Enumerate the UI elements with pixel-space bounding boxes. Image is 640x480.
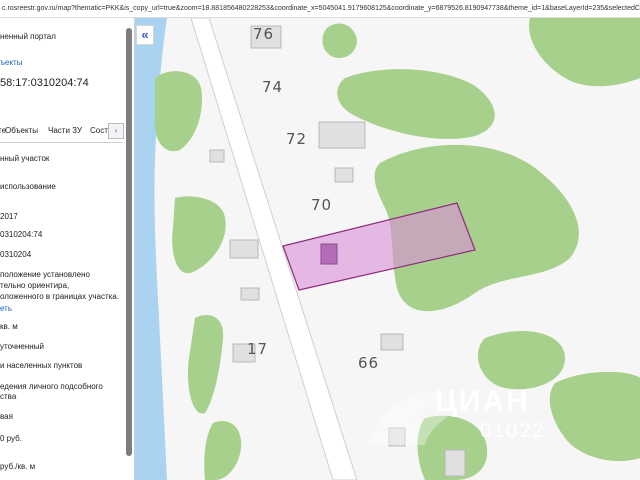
info-line: оложенного в границах участка. <box>0 292 119 301</box>
info-line: положение установлено <box>0 270 90 279</box>
info-line: 2017 <box>0 212 18 221</box>
info-line: вая <box>0 412 13 421</box>
collapse-panel-button[interactable]: « <box>136 25 154 45</box>
tab-scroll-right-button[interactable]: › <box>108 123 124 139</box>
vegetation-patch <box>154 71 203 152</box>
watermark-number: 01022 <box>480 420 546 442</box>
house-number: 76 <box>253 25 275 43</box>
house-number: 70 <box>311 196 333 214</box>
panel-scrollbar[interactable] <box>126 28 132 456</box>
building <box>380 333 404 351</box>
info-panel: ненный портал ъекты 58:17:0310204:74 те … <box>0 18 135 480</box>
building <box>334 167 354 183</box>
tab-objects[interactable]: Объекты <box>5 126 38 135</box>
info-line: 0 руб. <box>0 434 22 443</box>
info-line: 0310204 <box>0 250 32 259</box>
info-line: ства <box>0 392 17 401</box>
vegetation-patch <box>172 196 226 274</box>
cadastral-number: 58:17:0310204:74 <box>0 77 89 89</box>
building <box>209 149 225 163</box>
info-line: использование <box>0 182 56 191</box>
tab-divider <box>0 142 122 143</box>
building <box>229 239 259 259</box>
house-number: 66 <box>358 354 380 372</box>
building <box>240 287 260 301</box>
info-line: едения личного подсобного <box>0 382 103 391</box>
vegetation-patch <box>204 420 242 480</box>
house-number: 17 <box>247 340 269 358</box>
show-more-link[interactable]: еть <box>0 304 12 314</box>
building <box>318 121 366 149</box>
house-number: 74 <box>262 78 284 96</box>
info-line: тельно ориентира, <box>0 281 70 290</box>
vegetation-patch <box>322 23 357 59</box>
info-line: кв. м <box>0 322 18 331</box>
objects-link[interactable]: ъекты <box>0 58 22 68</box>
watermark-text: ЦИАН <box>435 385 530 418</box>
vegetation-patch <box>529 18 640 87</box>
tab-composition[interactable]: Сост <box>90 126 108 135</box>
info-line: нный участок <box>0 154 50 163</box>
address-bar[interactable]: c.rosreestr.gov.ru/map?thematic=PKK&is_c… <box>0 0 640 18</box>
portal-title: ненный портал <box>0 32 56 41</box>
info-line: и населенных пунктов <box>0 361 83 370</box>
info-line: 0310204:74 <box>0 230 43 239</box>
house-number: 72 <box>286 130 308 148</box>
parcel-building <box>320 243 338 265</box>
vegetation-patch <box>187 314 224 414</box>
info-line: руб./кв. м <box>0 462 36 471</box>
tab-land-parts[interactable]: Части ЗУ <box>48 126 82 135</box>
info-line: уточненный <box>0 342 44 351</box>
